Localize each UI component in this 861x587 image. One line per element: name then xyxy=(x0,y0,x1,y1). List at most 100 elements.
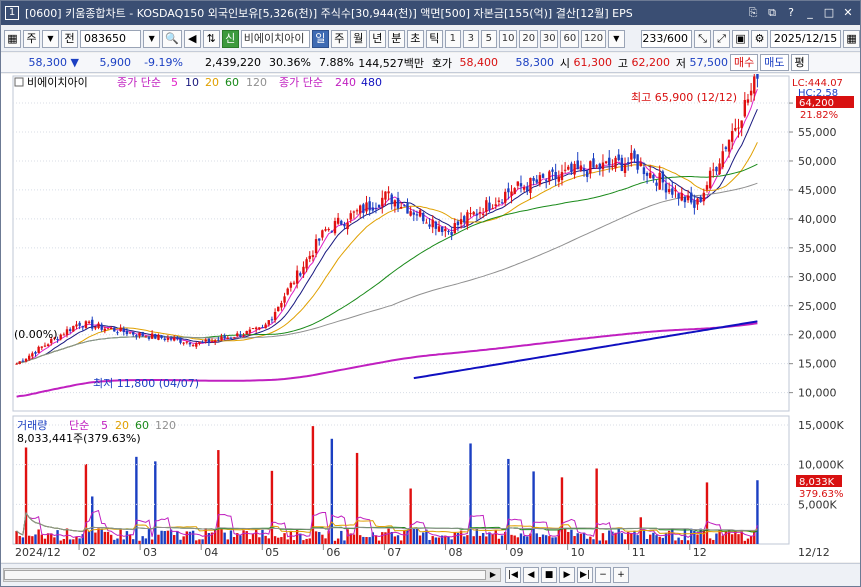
scrollbar-thumb[interactable] xyxy=(4,570,486,580)
interval-5[interactable]: 5 xyxy=(480,29,497,48)
volume-bar xyxy=(756,480,759,544)
prev-button[interactable]: 전 xyxy=(61,29,78,48)
volume-bar xyxy=(488,532,491,544)
candle-body xyxy=(437,226,441,232)
volume-bar xyxy=(585,538,589,544)
candle-body xyxy=(551,169,554,172)
data-count-input[interactable]: 233/600 xyxy=(640,29,693,48)
market-dropdown-icon[interactable]: ▼ xyxy=(42,29,59,48)
eval-button[interactable]: 평 xyxy=(790,54,809,71)
zoom-in-icon[interactable]: + xyxy=(613,567,629,583)
date-input[interactable]: 2025/12/15 xyxy=(770,29,842,48)
interval-3[interactable]: 3 xyxy=(462,29,479,48)
candle-body xyxy=(440,226,444,233)
last-icon[interactable]: ▶| xyxy=(577,567,593,583)
chart-scrollbar[interactable]: ▶ xyxy=(3,568,501,582)
market-select[interactable]: 주 xyxy=(23,29,40,48)
volume-bar xyxy=(655,535,658,544)
interval-20[interactable]: 20 xyxy=(519,29,538,48)
volume-bar xyxy=(191,530,195,544)
stock-code-input[interactable]: 083650 xyxy=(80,29,142,48)
sell-button[interactable]: 매도 xyxy=(760,54,789,71)
volume-bar xyxy=(43,538,47,544)
quote-info-bar: 58,300 ▼ 5,900 -9.19% 2,439,220 30.36% 7… xyxy=(1,53,860,73)
volume-bar xyxy=(157,534,160,544)
code-dropdown-icon[interactable]: ▼ xyxy=(143,29,161,48)
candle-body xyxy=(169,338,173,340)
save-icon[interactable]: ▣ xyxy=(732,29,750,48)
calendar-icon[interactable]: ▦ xyxy=(843,29,861,48)
candle-body xyxy=(519,183,523,187)
tab-period-tick[interactable]: 틱 xyxy=(425,29,443,48)
legend-checkbox[interactable] xyxy=(14,77,24,87)
candle-body xyxy=(535,179,538,183)
candle-body xyxy=(538,175,542,185)
candle-body xyxy=(368,201,371,211)
interval-dropdown-icon[interactable]: ▼ xyxy=(607,29,625,48)
scroll-right-icon[interactable]: ▶ xyxy=(486,569,500,581)
volume-bar xyxy=(182,536,185,544)
candle-body xyxy=(232,337,236,339)
candle-body xyxy=(636,154,639,170)
volume-bar xyxy=(661,537,665,544)
interval-10[interactable]: 10 xyxy=(498,29,518,48)
tab-period-week[interactable]: 주 xyxy=(330,29,348,48)
stop-icon[interactable]: ■ xyxy=(541,567,557,583)
chart-area[interactable]: 60,00055,00050,00045,00040,00035,00030,0… xyxy=(1,67,860,562)
candle-body xyxy=(699,196,702,202)
candle-body xyxy=(507,188,510,193)
tab-period-month[interactable]: 월 xyxy=(349,29,367,48)
volume-legend-ma-120: 120 xyxy=(155,419,176,432)
draw-icon[interactable]: ⤢ xyxy=(713,29,731,48)
zoom-icon[interactable]: ⤡ xyxy=(694,29,712,48)
restore-icon[interactable]: ⎘ xyxy=(745,5,761,21)
x-tick-label: 10 xyxy=(571,546,585,559)
grid-icon[interactable]: ▦ xyxy=(4,29,21,48)
minimize-icon[interactable]: _ xyxy=(802,5,818,21)
candle-body xyxy=(513,188,516,195)
tab-period-second[interactable]: 초 xyxy=(406,29,424,48)
search-icon[interactable]: 🔍 xyxy=(162,29,182,48)
prev-icon[interactable]: ◀ xyxy=(523,567,539,583)
volume-bar xyxy=(516,537,520,544)
first-icon[interactable]: |◀ xyxy=(505,567,521,583)
close-icon[interactable]: ✕ xyxy=(840,5,856,21)
chart-svg[interactable]: 60,00055,00050,00045,00040,00035,00030,0… xyxy=(1,67,860,562)
candle-body xyxy=(453,223,456,234)
interval-60[interactable]: 60 xyxy=(560,29,580,48)
candle-body xyxy=(308,255,311,259)
volume-bar xyxy=(220,528,223,544)
copy-icon[interactable]: ⧉ xyxy=(764,5,780,21)
candle-body xyxy=(563,169,567,171)
candle-body xyxy=(277,306,280,312)
volume-bar xyxy=(582,532,586,544)
candle-body xyxy=(623,164,627,173)
help-icon[interactable]: ? xyxy=(783,5,799,21)
tab-period-year[interactable]: 년 xyxy=(368,29,386,48)
speaker-icon[interactable]: ◀ xyxy=(183,29,201,48)
volume-bar xyxy=(601,533,605,544)
volume-bar xyxy=(251,533,255,544)
interval-1[interactable]: 1 xyxy=(444,29,461,48)
maximize-icon[interactable]: □ xyxy=(821,5,837,21)
interval-120[interactable]: 120 xyxy=(581,29,606,48)
tab-period-day[interactable]: 일 xyxy=(311,29,329,48)
sort-icon[interactable]: ⇅ xyxy=(202,29,220,48)
tab-period-minute[interactable]: 분 xyxy=(387,29,405,48)
volume-legend-ma-label: 단순 xyxy=(69,419,89,432)
candle-body xyxy=(295,270,299,284)
zoom-out-icon[interactable]: − xyxy=(595,567,611,583)
candle-body xyxy=(664,183,668,193)
volume-bar xyxy=(696,534,699,544)
volume-bar xyxy=(418,535,422,544)
next-icon[interactable]: ▶ xyxy=(559,567,575,583)
candle-body xyxy=(65,329,69,335)
candle-body xyxy=(138,332,141,337)
volume-bar xyxy=(365,537,368,544)
interval-30[interactable]: 30 xyxy=(539,29,559,48)
candle-body xyxy=(173,337,176,341)
volume-bar xyxy=(72,539,75,544)
settings-icon[interactable]: ⚙ xyxy=(751,29,769,48)
volume-bar xyxy=(453,532,456,544)
buy-button[interactable]: 매수 xyxy=(730,54,759,71)
